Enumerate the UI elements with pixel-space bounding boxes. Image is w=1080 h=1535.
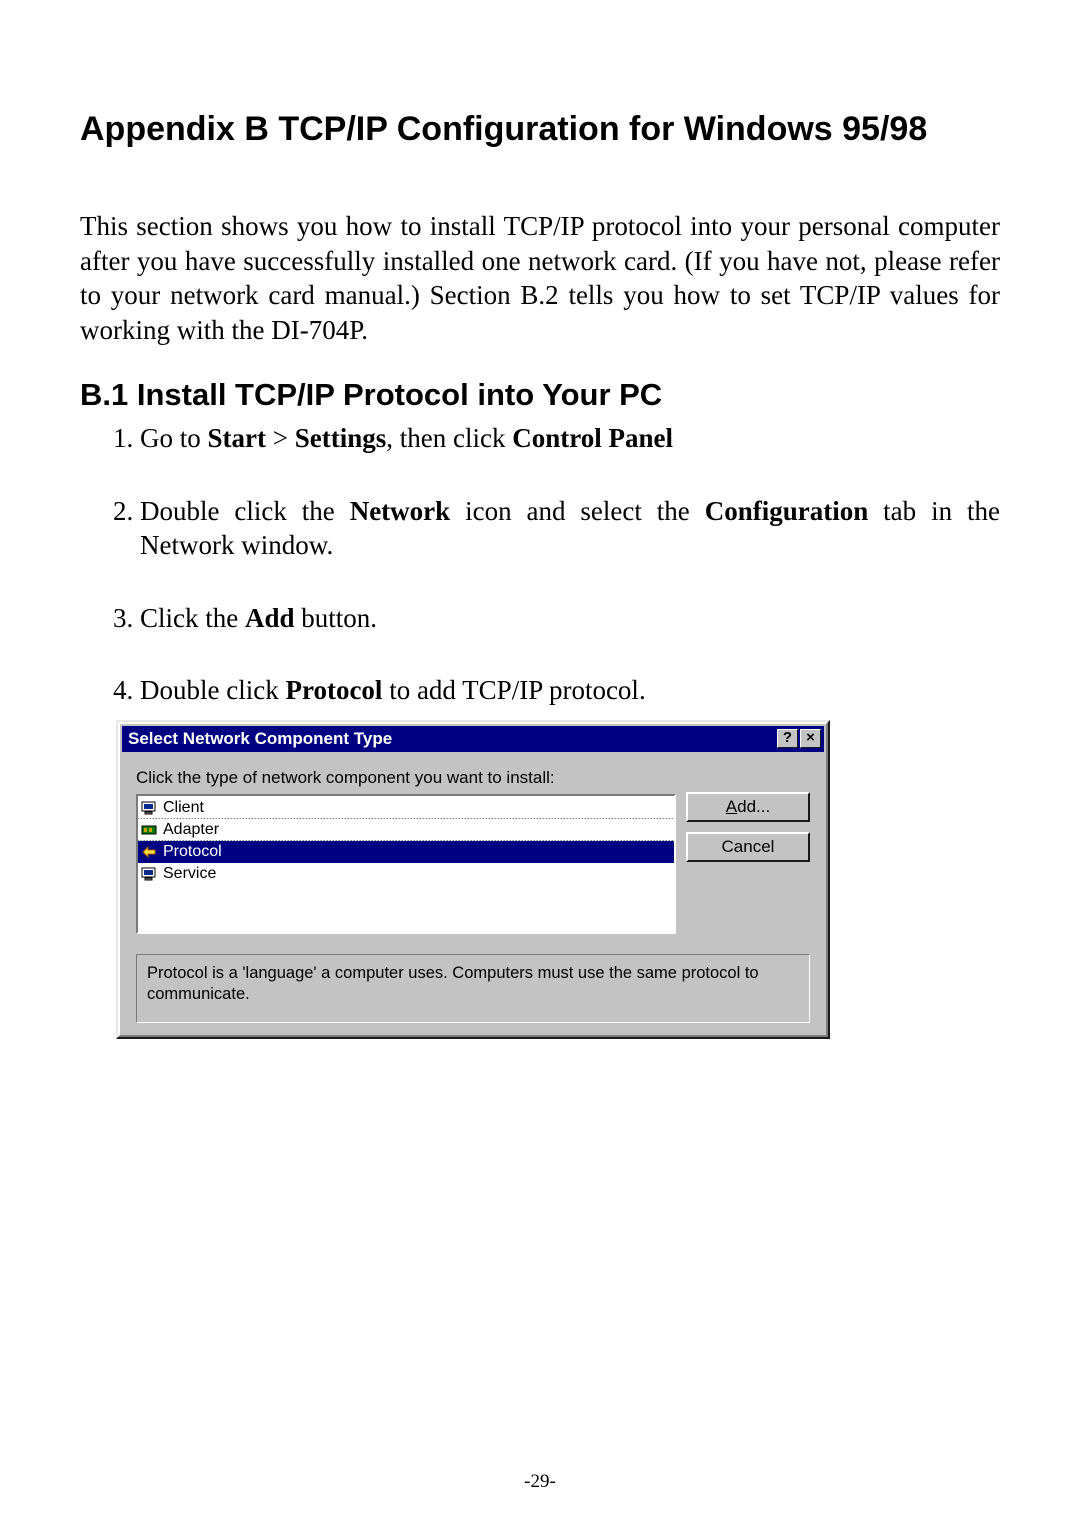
section-heading: B.1 Install TCP/IP Protocol into Your PC — [80, 377, 1000, 413]
text: to add TCP/IP protocol. — [382, 675, 645, 705]
list-item-client[interactable]: Client — [138, 797, 674, 819]
list-item-label: Protocol — [163, 843, 222, 861]
component-type-listbox[interactable]: Client Adapter Protocol — [136, 794, 676, 934]
document-page: Appendix B TCP/IP Configuration for Wind… — [0, 0, 1080, 1535]
bold-network: Network — [350, 496, 450, 526]
step-2: Double click the Network icon and select… — [140, 494, 1000, 563]
bold-settings: Settings — [295, 423, 387, 453]
dialog-title: Select Network Component Type — [128, 729, 775, 749]
client-icon — [141, 800, 159, 816]
page-number: -29- — [0, 1471, 1080, 1493]
list-item-label: Service — [163, 865, 216, 883]
text: , then click — [386, 423, 512, 453]
dialog-window: Select Network Component Type ? × Click … — [116, 720, 830, 1039]
question-icon: ? — [783, 731, 792, 746]
adapter-icon — [141, 822, 159, 838]
intro-paragraph: This section shows you how to install TC… — [80, 209, 1000, 347]
cancel-button[interactable]: Cancel — [686, 832, 810, 862]
add-rest: dd... — [737, 797, 770, 816]
text: Double click — [140, 675, 285, 705]
close-button[interactable]: × — [800, 729, 821, 748]
bold-start: Start — [208, 423, 266, 453]
service-icon — [141, 866, 159, 882]
dialog-instruction: Click the type of network component you … — [136, 768, 676, 788]
steps-list: Go to Start > Settings, then click Contr… — [80, 421, 1000, 708]
list-item-label: Client — [163, 799, 204, 817]
help-button[interactable]: ? — [777, 729, 798, 748]
step-3: Click the Add button. — [140, 601, 1000, 636]
text: Click the — [140, 603, 245, 633]
bold-controlpanel: Control Panel — [512, 423, 673, 453]
dialog-body: Click the type of network component you … — [122, 752, 824, 1033]
step-4: Double click Protocol to add TCP/IP prot… — [140, 673, 1000, 708]
list-item-protocol[interactable]: Protocol — [138, 841, 674, 863]
close-icon: × — [806, 731, 815, 746]
dialog-inner: Select Network Component Type ? × Click … — [118, 722, 828, 1037]
bold-add: Add — [245, 603, 295, 633]
add-underline: A — [726, 797, 737, 816]
list-item-label: Adapter — [163, 821, 219, 839]
text: icon and select the — [450, 496, 705, 526]
dialog-titlebar[interactable]: Select Network Component Type ? × — [122, 726, 824, 752]
step-1: Go to Start > Settings, then click Contr… — [140, 421, 1000, 456]
list-item-service[interactable]: Service — [138, 863, 674, 885]
add-button[interactable]: Add... — [686, 792, 810, 822]
list-item-adapter[interactable]: Adapter — [138, 819, 674, 841]
appendix-heading: Appendix B TCP/IP Configuration for Wind… — [80, 110, 1000, 149]
text: Double click the — [140, 496, 350, 526]
bold-configuration: Configuration — [705, 496, 869, 526]
protocol-icon — [141, 844, 159, 860]
bold-protocol: Protocol — [285, 675, 382, 705]
text: button. — [295, 603, 378, 633]
text: Go to — [140, 423, 208, 453]
text: > — [266, 423, 295, 453]
description-box: Protocol is a 'language' a computer uses… — [136, 954, 810, 1023]
